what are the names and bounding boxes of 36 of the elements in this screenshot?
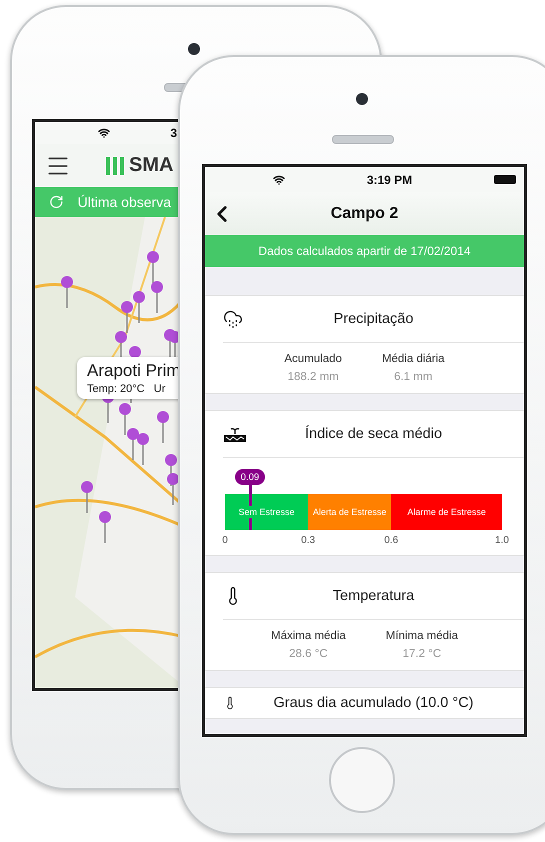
stat-label: Acumulado [284, 353, 342, 365]
wifi-icon [273, 174, 285, 186]
speaker-grille [332, 135, 394, 144]
app-logo: SMA [129, 154, 174, 177]
logo-icon [105, 156, 125, 174]
rain-cloud-icon [223, 309, 243, 329]
section-title: Graus dia acumulado (10.0 °C) [272, 695, 475, 711]
battery-icon [494, 175, 516, 184]
stat-value: 6.1 mm [394, 371, 432, 383]
stat-label: Mínima média [386, 630, 458, 642]
wifi-icon [98, 127, 110, 139]
drought-icon [223, 425, 247, 443]
segment-label: Alarme de Estresse [405, 506, 488, 518]
screen-title: Campo 2 [330, 204, 400, 222]
axis-tick: 0.3 [301, 535, 316, 546]
status-time: 3 [170, 126, 177, 140]
section-title: Temperatura [332, 588, 416, 604]
section-title: Precipitação [332, 311, 414, 327]
stat-value: 188.2 mm [288, 371, 339, 383]
banner-text: Última observa [78, 194, 171, 210]
gauge-value: 0.09 [234, 469, 265, 485]
axis-tick: 1.0 [495, 535, 509, 546]
banner-text: Dados calculados apartir de 17/02/2014 [258, 244, 471, 258]
callout-detail: Temp: 20°C Ur [87, 383, 166, 395]
status-time: 3:19 PM [366, 172, 412, 186]
stat-label: Média diária [382, 353, 445, 365]
stat-label: Máxima média [271, 630, 346, 642]
segment-label: Sem Estresse [236, 506, 297, 518]
stat-value: 17.2 °C [402, 648, 442, 660]
section-title: Índice de seca médio [304, 426, 444, 442]
axis-tick: 0.6 [384, 535, 398, 546]
camera-icon [356, 93, 368, 105]
camera-icon [188, 43, 200, 55]
axis-tick: 0 [222, 535, 228, 546]
stat-value: 28.6 °C [289, 648, 328, 660]
segment-label: Alerta de Estresse [310, 506, 388, 518]
